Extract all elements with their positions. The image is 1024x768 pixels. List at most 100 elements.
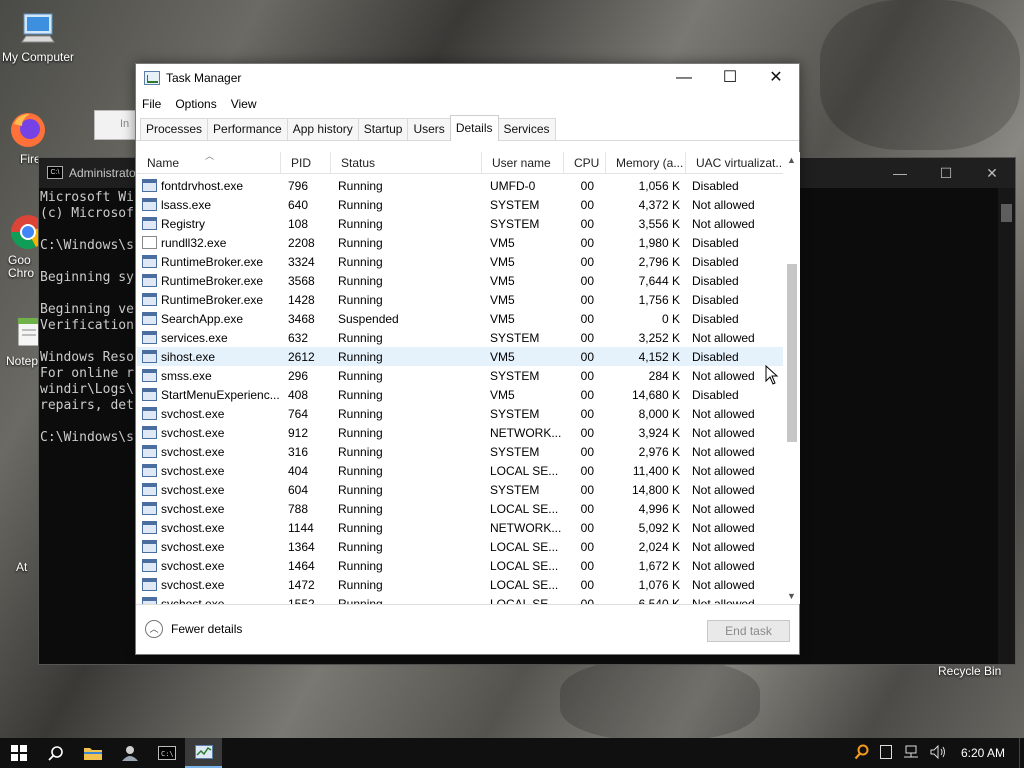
table-row[interactable]: lsass.exe 640 Running SYSTEM 00 4,372 K Not al… [137, 195, 783, 214]
table-row[interactable]: svchost.exe 1144 Running NETWORK... 00 5,092 … [137, 518, 783, 537]
table-row[interactable]: StartMenuExperienc... 408 Running VM5 00 14,6… [137, 385, 783, 404]
table-row[interactable]: svchost.exe 404 Running LOCAL SE... 00 11,400… [137, 461, 783, 480]
tab-startup[interactable]: Startup [357, 118, 409, 140]
cell-uac-text: Not allowed [692, 520, 755, 535]
process-icon [142, 559, 157, 572]
table-body: fontdrvhost.exe 796 Running UMFD-0 00 1,056 K… [137, 174, 783, 604]
wallpaper-rock [560, 660, 760, 740]
cell-user-text: NETWORK... [490, 425, 562, 440]
cell-cpu: 00 [564, 179, 606, 193]
table-row[interactable]: svchost.exe 1472 Running LOCAL SE... 00 1,076… [137, 575, 783, 594]
tab-services[interactable]: Services [497, 118, 556, 140]
tab-details[interactable]: Details [449, 115, 499, 141]
maximize-button[interactable]: ☐ [707, 64, 753, 93]
table-row[interactable]: RuntimeBroker.exe 3568 Running VM5 00 7,644 K… [137, 271, 783, 290]
desktop-icon-my-computer[interactable]: My Computer [0, 8, 76, 64]
cell-memory-text: 0 K [661, 311, 680, 326]
console-maximize-button[interactable]: ☐ [923, 158, 969, 188]
table-row[interactable]: services.exe 632 Running SYSTEM 00 3,252 K Not… [137, 328, 783, 347]
network-icon[interactable] [902, 745, 920, 762]
process-icon [142, 483, 157, 496]
menu-view[interactable]: View [231, 97, 257, 111]
show-desktop-button[interactable] [1019, 738, 1024, 768]
column-header-pid[interactable]: PID [281, 152, 331, 173]
table-row[interactable]: RuntimeBroker.exe 3324 Running VM5 00 2,796 K… [137, 252, 783, 271]
column-header-user-name[interactable]: User name [482, 152, 564, 173]
table-row[interactable]: svchost.exe 604 Running SYSTEM 00 14,800 K Not… [137, 480, 783, 499]
tab-performance[interactable]: Performance [207, 118, 288, 140]
table-row[interactable]: svchost.exe 1364 Running LOCAL SE... 00 2,024… [137, 537, 783, 556]
table-row[interactable]: fontdrvhost.exe 796 Running UMFD-0 00 1,056 K… [137, 176, 783, 195]
task-manager-window[interactable]: Task Manager — ☐ ✕ File Options View Pro… [135, 63, 800, 655]
column-header-status[interactable]: Status [331, 152, 482, 173]
taskbar-clock[interactable]: 6:20 AM [961, 746, 1005, 760]
cell-uac: Disabled [686, 350, 782, 364]
end-task-button[interactable]: End task [707, 620, 790, 642]
tab-app-history[interactable]: App history [286, 118, 359, 140]
start-button[interactable] [0, 738, 37, 768]
taskbar-file-explorer[interactable] [74, 738, 111, 768]
cell-user-text: LOCAL SE... [490, 558, 559, 573]
search-tray-icon[interactable] [854, 744, 870, 763]
cell-pid-text: 1364 [288, 539, 315, 554]
task-manager-icon [194, 745, 213, 759]
scrollbar-thumb[interactable] [787, 264, 797, 442]
cell-pid: 1472 [281, 578, 331, 592]
cell-memory: 7,644 K [606, 274, 686, 288]
table-row[interactable]: svchost.exe 316 Running SYSTEM 00 2,976 K Not … [137, 442, 783, 461]
menu-options[interactable]: Options [175, 97, 216, 111]
cell-memory: 6,540 K [606, 597, 686, 605]
console-minimize-button[interactable]: — [877, 158, 923, 188]
console-scrollbar[interactable] [998, 188, 1015, 664]
table-row[interactable]: smss.exe 296 Running SYSTEM 00 284 K Not allow… [137, 366, 783, 385]
cell-cpu-text: 00 [580, 501, 594, 516]
cell-name-text: svchost.exe [161, 406, 225, 421]
search-button[interactable] [37, 738, 74, 768]
fewer-details-button[interactable]: ︿ Fewer details [145, 620, 242, 638]
cell-memory: 284 K [606, 369, 686, 383]
cell-pid-text: 1464 [288, 558, 315, 573]
console-close-button[interactable]: ✕ [969, 158, 1015, 188]
scroll-up-icon[interactable]: ▲ [783, 152, 800, 168]
fewer-details-label: Fewer details [171, 622, 243, 636]
taskbar-command-prompt[interactable]: C:\ [148, 738, 185, 768]
close-button[interactable]: ✕ [753, 64, 799, 93]
process-icon [142, 388, 157, 401]
background-dialog[interactable]: In [94, 110, 138, 140]
table-scrollbar[interactable]: ▲ ▼ [783, 152, 800, 604]
column-header-memory[interactable]: Memory (a... [606, 152, 686, 173]
table-row[interactable]: svchost.exe 1464 Running LOCAL SE... 00 1,672… [137, 556, 783, 575]
table-row[interactable]: SearchApp.exe 3468 Suspended VM5 00 0 K Disabl… [137, 309, 783, 328]
cell-pid-text: 604 [288, 482, 309, 497]
task-manager-titlebar[interactable]: Task Manager — ☐ ✕ [136, 64, 799, 93]
table-row[interactable]: rundll32.exe 2208 Running VM5 00 1,980 K Disab… [137, 233, 783, 252]
cell-memory-text: 1,076 K [638, 577, 680, 592]
table-row[interactable]: RuntimeBroker.exe 1428 Running VM5 00 1,756 K… [137, 290, 783, 309]
table-row[interactable]: Registry 108 Running SYSTEM 00 3,556 K Not all… [137, 214, 783, 233]
cell-user: VM5 [482, 274, 564, 288]
column-header-uac[interactable]: UAC virtualizat... [686, 152, 782, 173]
table-row[interactable]: svchost.exe 912 Running NETWORK... 00 3,924 K… [137, 423, 783, 442]
cell-uac: Not allowed [686, 502, 782, 516]
cell-cpu: 00 [564, 388, 606, 402]
tab-processes[interactable]: Processes [140, 118, 209, 140]
volume-icon[interactable] [930, 744, 948, 762]
recycle-bin-label[interactable]: Recycle Bin [938, 664, 1001, 678]
minimize-button[interactable]: — [661, 64, 707, 93]
cell-name: smss.exe [137, 369, 281, 383]
table-row[interactable]: sihost.exe 2612 Running VM5 00 4,152 K Disable… [137, 347, 783, 366]
taskbar-user-app[interactable] [111, 738, 148, 768]
taskbar-task-manager[interactable] [185, 738, 222, 768]
column-header-cpu[interactable]: CPU [564, 152, 606, 173]
cell-name: rundll32.exe [137, 236, 281, 250]
notes-tray-icon[interactable] [879, 744, 892, 762]
menu-file[interactable]: File [142, 97, 161, 111]
table-row[interactable]: svchost.exe 764 Running SYSTEM 00 8,000 K Not … [137, 404, 783, 423]
console-scrollbar-thumb[interactable] [1001, 204, 1012, 222]
tab-users[interactable]: Users [407, 118, 451, 140]
scroll-down-icon[interactable]: ▼ [783, 588, 800, 604]
table-row[interactable]: svchost.exe 1552 Running LOCAL SE... 00 6,540… [137, 594, 783, 604]
cell-status-text: Running [338, 425, 383, 440]
cell-name-text: lsass.exe [161, 197, 212, 212]
table-row[interactable]: svchost.exe 788 Running LOCAL SE... 00 4,996 … [137, 499, 783, 518]
